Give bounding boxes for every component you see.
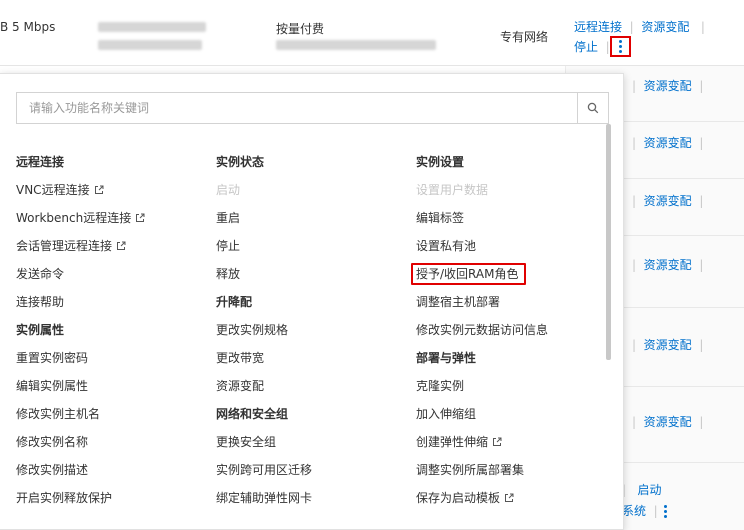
menu-item-session-manager[interactable]: 会话管理远程连接 [16, 232, 145, 260]
menu-item-join-scaling[interactable]: 加入伸缩组 [416, 400, 548, 428]
menu-column-connect: 远程连接 VNC远程连接 Workbench远程连接 会话管理远程连接 发送命令… [16, 148, 145, 512]
row-resize-action: | 资源变配 | [632, 338, 704, 352]
divider: | [625, 20, 638, 34]
menu-item-edit-tags[interactable]: 编辑标签 [416, 204, 548, 232]
remote-connect-link[interactable]: 远程连接 [574, 20, 622, 34]
resize-link[interactable]: 资源变配 [644, 136, 692, 150]
resize-link[interactable]: 资源变配 [644, 79, 692, 93]
stop-link[interactable]: 停止 [574, 40, 598, 54]
resize-link[interactable]: 资源变配 [641, 20, 689, 34]
bandwidth-cell: B 5 Mbps [0, 20, 56, 34]
group-heading: 网络和安全组 [216, 407, 289, 421]
menu-item-workbench[interactable]: Workbench远程连接 [16, 204, 145, 232]
external-link-icon [94, 185, 104, 194]
group-heading: 实例状态 [216, 155, 265, 169]
search-button[interactable] [577, 93, 608, 123]
menu-item-start: 启动 [216, 183, 241, 197]
group-heading: 实例属性 [16, 323, 65, 337]
menu-column-settings: 实例设置 设置用户数据 编辑标签 设置私有池 授予/收回RAM角色 调整宿主机部… [411, 148, 548, 512]
group-heading: 部署与弹性 [416, 351, 477, 365]
menu-item-release-protection[interactable]: 开启实例释放保护 [16, 484, 145, 512]
blurred-ip [98, 22, 206, 32]
external-link-icon [493, 437, 502, 446]
external-link-icon [505, 493, 514, 502]
network-type: 专有网络 [500, 30, 549, 44]
search-icon [587, 102, 599, 114]
menu-item-deployment-set[interactable]: 调整实例所属部署集 [416, 456, 548, 484]
menu-item-host-deploy[interactable]: 调整宿主机部署 [416, 288, 548, 316]
menu-item-migrate-zone[interactable]: 实例跨可用区迁移 [216, 456, 312, 484]
billing-type: 按量付费 [276, 22, 325, 36]
resize-link[interactable]: 资源变配 [644, 194, 692, 208]
menu-column-status: 实例状态 启动 重启 停止 释放 升降配 更改实例规格 更改带宽 资源变配 网络… [216, 148, 312, 512]
group-heading: 远程连接 [16, 155, 65, 169]
row-actions: 远程连接 | 资源变配 | [574, 18, 705, 35]
more-vertical-icon[interactable] [663, 505, 667, 518]
menu-item-send-command[interactable]: 发送命令 [16, 260, 145, 288]
resize-link[interactable]: 资源变配 [644, 338, 692, 352]
resize-link[interactable]: 资源变配 [644, 258, 692, 272]
blurred-date [276, 40, 436, 50]
more-actions-button[interactable] [610, 36, 631, 57]
menu-item-metadata-access[interactable]: 修改实例元数据访问信息 [416, 316, 548, 344]
divider: | [693, 20, 705, 34]
feature-search [16, 92, 609, 124]
more-actions-dropdown: 远程连接 VNC远程连接 Workbench远程连接 会话管理远程连接 发送命令… [0, 73, 624, 530]
menu-item-modify-name[interactable]: 修改实例名称 [16, 428, 145, 456]
menu-item-save-template[interactable]: 保存为启动模板 [416, 484, 548, 512]
external-link-icon [136, 213, 145, 222]
menu-item-change-spec[interactable]: 更改实例规格 [216, 316, 312, 344]
row-actions-bottom-2: 系统 | [622, 502, 667, 519]
menu-item-reset-password[interactable]: 重置实例密码 [16, 344, 145, 372]
scrollbar[interactable] [606, 124, 611, 360]
system-link[interactable]: 系统 [622, 504, 646, 518]
menu-item-change-bandwidth[interactable]: 更改带宽 [216, 344, 312, 372]
menu-item-private-pool[interactable]: 设置私有池 [416, 232, 548, 260]
menu-item-vnc[interactable]: VNC远程连接 [16, 176, 145, 204]
ram-role-label: 授予/收回RAM角色 [416, 267, 519, 281]
divider: | [601, 40, 610, 54]
start-link[interactable]: 启动 [638, 483, 662, 497]
menu-item-bind-eni[interactable]: 绑定辅助弹性网卡 [216, 484, 312, 512]
menu-item-modify-description[interactable]: 修改实例描述 [16, 456, 145, 484]
menu-item-restart[interactable]: 重启 [216, 204, 312, 232]
menu-item-clone[interactable]: 克隆实例 [416, 372, 548, 400]
search-input[interactable] [17, 93, 577, 123]
menu-item-connect-help[interactable]: 连接帮助 [16, 288, 145, 316]
row-actions-bottom: | 启动 [622, 483, 662, 497]
row-resize-action: | 资源变配 | [632, 415, 704, 429]
resize-link[interactable]: 资源变配 [644, 415, 692, 429]
group-heading: 实例设置 [416, 155, 465, 169]
external-link-icon [117, 241, 126, 250]
group-heading: 升降配 [216, 295, 253, 309]
row-resize-action: | 资源变配 | [632, 136, 704, 150]
row-resize-action: | 资源变配 | [632, 258, 704, 272]
menu-item-stop[interactable]: 停止 [216, 232, 312, 260]
row-actions-2: 停止 | [574, 38, 610, 55]
menu-item-change-security-group[interactable]: 更换安全组 [216, 428, 312, 456]
menu-item-release[interactable]: 释放 [216, 260, 312, 288]
menu-item-ram-role[interactable]: 授予/收回RAM角色 [411, 260, 548, 288]
row-resize-action: | 资源变配 | [632, 79, 704, 93]
blurred-ip [98, 40, 202, 50]
menu-item-user-data: 设置用户数据 [416, 183, 489, 197]
table-row: B 5 Mbps 按量付费 专有网络 远程连接 | 资源变配 | 停止 | [0, 0, 744, 66]
more-vertical-icon [619, 40, 622, 53]
row-resize-action: | 资源变配 | [632, 194, 704, 208]
menu-item-edit-attributes[interactable]: 编辑实例属性 [16, 372, 145, 400]
menu-item-create-scaling[interactable]: 创建弹性伸缩 [416, 428, 548, 456]
menu-item-modify-hostname[interactable]: 修改实例主机名 [16, 400, 145, 428]
menu-item-resize[interactable]: 资源变配 [216, 372, 312, 400]
